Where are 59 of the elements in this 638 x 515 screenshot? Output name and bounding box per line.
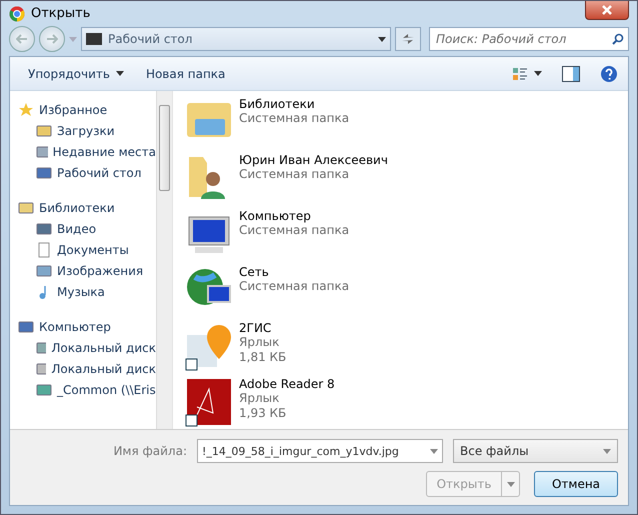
sidebar-item[interactable]: Документы [18,239,156,260]
document-icon [36,242,52,258]
file-name[interactable]: Юрин Иван Алексеевич [239,153,388,167]
new-folder-button[interactable]: Новая папка [138,62,234,84]
file-detail: Системная папка [239,223,350,238]
browser-logo-icon [9,6,25,22]
cancel-button[interactable]: Отмена [534,471,618,497]
sidebar-item[interactable]: Видео [18,218,156,239]
sidebar-item[interactable]: Локальный диск [18,337,156,358]
file-detail: Ярлык [239,391,280,406]
filename-label: Имя файла: [113,444,187,458]
caret-icon [430,448,438,454]
caret-icon [506,482,514,486]
sidebar-item[interactable]: Музыка [18,281,156,302]
file-detail: Системная папка [239,111,350,126]
caret-icon [603,448,611,454]
search-box[interactable]: Поиск: Рабочий стол [429,27,629,51]
organize-menu[interactable]: Упорядочить [20,62,132,84]
file-type-dropdown[interactable]: Все файлы [453,439,618,463]
file-detail: 1,81 КБ [239,350,286,365]
address-bar[interactable]: Рабочий стол [81,27,391,51]
sidebar-item[interactable]: _Common (\\Eris [18,379,156,400]
caret-icon [116,71,124,76]
arrow-left-icon [16,34,28,44]
scrollbar-thumb[interactable] [159,105,170,191]
arrow-right-icon [46,34,58,44]
caret-icon [534,71,542,76]
pdf-icon [185,377,233,427]
file-name[interactable]: Adobe Reader 8 [239,377,335,391]
view-options-icon[interactable] [512,66,528,82]
file-detail: Ярлык [239,335,280,350]
help-icon[interactable] [600,64,618,82]
file-name[interactable]: Библиотеки [239,97,350,111]
refresh-button[interactable] [395,27,421,51]
caret-icon [69,36,77,42]
caret-icon [378,36,386,42]
file-name[interactable]: 2ГИС [239,321,286,335]
star-icon [18,102,34,118]
close-button[interactable] [585,1,629,20]
file-name[interactable]: Компьютер [239,209,350,223]
sidebar-item[interactable]: Недавние места [18,141,156,162]
window-title: Открыть [31,6,90,21]
sidebar-item[interactable]: Загрузки [18,120,156,141]
file-name[interactable]: Сеть [239,265,350,279]
preview-pane-icon[interactable] [562,66,580,82]
file-detail: Системная папка [239,279,350,294]
sidebar-item[interactable]: Библиотеки [18,197,156,218]
scrollbar[interactable] [156,91,172,429]
close-icon [602,4,612,14]
filename-box[interactable]: !_14_09_58_i_imgur_com_y1vdv.jpg [197,439,443,463]
refresh-icon [401,32,415,46]
sidebar-item[interactable]: Локальный диск [18,358,156,379]
sidebar-item[interactable]: Компьютер [18,316,156,337]
file-detail: 1,93 КБ [239,406,288,421]
file-detail: Системная папка [239,167,350,182]
search-icon [612,33,624,45]
sidebar-item[interactable]: Изображения [18,260,156,281]
sidebar-item[interactable]: Избранное [18,99,156,120]
sidebar-item[interactable]: Рабочий стол [18,162,156,183]
